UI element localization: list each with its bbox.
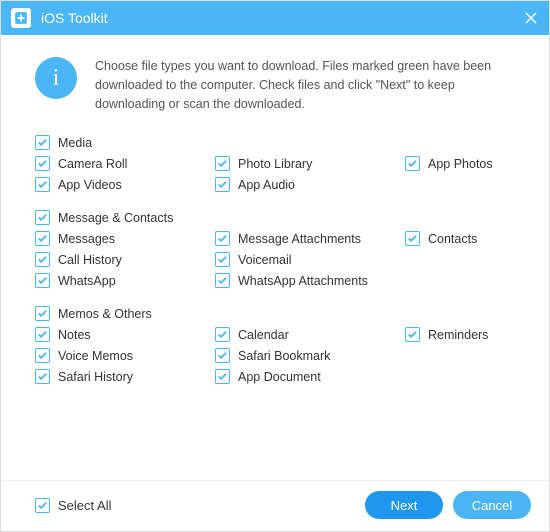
item-checkbox-notes[interactable] — [35, 327, 50, 342]
group-media: Media Camera Roll Photo Library App Photos A… — [35, 135, 515, 192]
item-label: Contacts — [428, 232, 477, 246]
item-label: WhatsApp Attachments — [238, 274, 368, 288]
item-checkbox-calendar[interactable] — [215, 327, 230, 342]
list-item: App Photos — [405, 156, 515, 171]
item-label: App Document — [238, 370, 321, 384]
list-item: Camera Roll — [35, 156, 215, 171]
list-item: Message Attachments — [215, 231, 405, 246]
cancel-button[interactable]: Cancel — [453, 491, 531, 519]
group-checkbox[interactable] — [35, 306, 50, 321]
close-icon[interactable] — [523, 10, 539, 26]
list-item — [405, 252, 515, 267]
item-checkbox-call-history[interactable] — [35, 252, 50, 267]
group-checkbox[interactable] — [35, 210, 50, 225]
list-item: WhatsApp — [35, 273, 215, 288]
item-label: Calendar — [238, 328, 289, 342]
item-label: Safari Bookmark — [238, 349, 330, 363]
item-label: Message Attachments — [238, 232, 361, 246]
item-checkbox-voice-memos[interactable] — [35, 348, 50, 363]
item-checkbox-app-document[interactable] — [215, 369, 230, 384]
group-grid: Notes Calendar Reminders Voice Memos Safari … — [35, 327, 515, 384]
item-checkbox-contacts[interactable] — [405, 231, 420, 246]
item-label: App Audio — [238, 178, 295, 192]
group-message-contacts: Message & Contacts Messages Message Attach… — [35, 210, 515, 288]
group-label: Media — [58, 136, 92, 150]
item-label: Messages — [58, 232, 115, 246]
list-item: Calendar — [215, 327, 405, 342]
list-item: App Audio — [215, 177, 405, 192]
list-item — [405, 348, 515, 363]
titlebar: iOS Toolkit — [1, 1, 549, 35]
item-label: Camera Roll — [58, 157, 127, 171]
info-icon: i — [35, 57, 77, 99]
content: i Choose file types you want to download… — [1, 35, 549, 480]
item-checkbox-app-photos[interactable] — [405, 156, 420, 171]
list-item: Notes — [35, 327, 215, 342]
item-label: Call History — [58, 253, 122, 267]
item-checkbox-photo-library[interactable] — [215, 156, 230, 171]
list-item: Contacts — [405, 231, 515, 246]
item-checkbox-safari-bookmark[interactable] — [215, 348, 230, 363]
group-grid: Camera Roll Photo Library App Photos App Vi… — [35, 156, 515, 192]
group-label: Memos & Others — [58, 307, 152, 321]
list-item: Photo Library — [215, 156, 405, 171]
item-label: Photo Library — [238, 157, 312, 171]
list-item: App Videos — [35, 177, 215, 192]
list-item: Safari Bookmark — [215, 348, 405, 363]
list-item: App Document — [215, 369, 405, 384]
window: iOS Toolkit i Choose file types you want… — [0, 0, 550, 532]
list-item: Call History — [35, 252, 215, 267]
footer: Select All Next Cancel — [1, 480, 549, 531]
select-all-checkbox[interactable] — [35, 498, 50, 513]
item-checkbox-voicemail[interactable] — [215, 252, 230, 267]
group-header: Memos & Others — [35, 306, 515, 321]
list-item: Reminders — [405, 327, 515, 342]
info-row: i Choose file types you want to download… — [35, 55, 515, 113]
group-memos-others: Memos & Others Notes Calendar Reminders Voic… — [35, 306, 515, 384]
item-checkbox-app-audio[interactable] — [215, 177, 230, 192]
next-button[interactable]: Next — [365, 491, 443, 519]
item-label: Notes — [58, 328, 91, 342]
item-label: Reminders — [428, 328, 488, 342]
group-label: Message & Contacts — [58, 211, 173, 225]
item-label: Safari History — [58, 370, 133, 384]
list-item: Safari History — [35, 369, 215, 384]
item-label: WhatsApp — [58, 274, 116, 288]
group-header: Message & Contacts — [35, 210, 515, 225]
group-grid: Messages Message Attachments Contacts Call … — [35, 231, 515, 288]
group-checkbox[interactable] — [35, 135, 50, 150]
item-checkbox-messages[interactable] — [35, 231, 50, 246]
item-label: Voicemail — [238, 253, 292, 267]
item-label: App Photos — [428, 157, 493, 171]
item-checkbox-whatsapp-attachments[interactable] — [215, 273, 230, 288]
list-item: Messages — [35, 231, 215, 246]
select-all-label: Select All — [58, 498, 111, 513]
item-checkbox-safari-history[interactable] — [35, 369, 50, 384]
item-checkbox-whatsapp[interactable] — [35, 273, 50, 288]
list-item: WhatsApp Attachments — [215, 273, 405, 288]
info-text: Choose file types you want to download. … — [95, 55, 515, 113]
item-checkbox-reminders[interactable] — [405, 327, 420, 342]
item-checkbox-message-attachments[interactable] — [215, 231, 230, 246]
item-label: Voice Memos — [58, 349, 133, 363]
item-label: App Videos — [58, 178, 122, 192]
window-title: iOS Toolkit — [41, 10, 108, 26]
item-checkbox-app-videos[interactable] — [35, 177, 50, 192]
group-header: Media — [35, 135, 515, 150]
item-checkbox-camera-roll[interactable] — [35, 156, 50, 171]
list-item: Voice Memos — [35, 348, 215, 363]
app-icon — [11, 8, 31, 28]
list-item: Voicemail — [215, 252, 405, 267]
